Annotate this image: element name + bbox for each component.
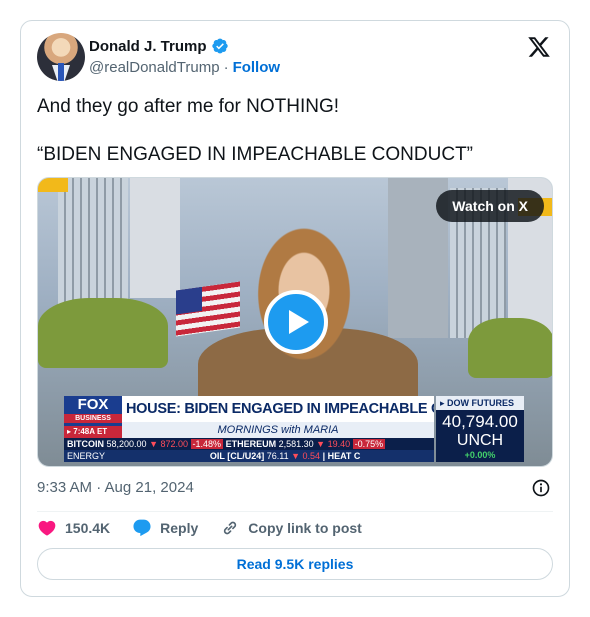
copy-link-label: Copy link to post	[248, 520, 362, 536]
ticker-row-2: ENERGY OIL [CL/U24] 76.11 ▼ 0.54 | HEAT …	[64, 450, 434, 462]
follow-button[interactable]: Follow	[233, 59, 281, 76]
chyron-show-name: MORNINGS with MARIA	[122, 422, 434, 438]
chyron-time: ▸ 7:48A ET	[64, 426, 122, 438]
verified-badge-icon	[211, 38, 228, 54]
reply-button[interactable]: Reply	[132, 518, 198, 538]
author-name[interactable]: Donald J. Trump	[89, 38, 207, 55]
tweet-text-line-2: “BIDEN ENGAGED IN IMPEACHABLE CONDUCT”	[37, 144, 473, 165]
chyron-headline: HOUSE: BIDEN ENGAGED IN IMPEACHABLE COND…	[122, 396, 434, 422]
ticker-row-1: BITCOIN 58,200.00 ▼ 872.00 -1.48% ETHERE…	[64, 438, 434, 450]
author-avatar[interactable]	[37, 33, 85, 81]
play-icon	[288, 310, 309, 334]
link-icon	[224, 521, 237, 535]
dow-futures-box: ▸ DOW FUTURES 40,794.00 UNCH +0.00%	[436, 396, 524, 462]
author-info: Donald J. Trump @realDonaldTrump · Follo…	[89, 37, 281, 77]
handle-separator: ·	[223, 59, 229, 76]
watch-on-x-button[interactable]: Watch on X	[436, 190, 544, 222]
heart-icon	[38, 520, 56, 536]
play-button[interactable]	[264, 290, 328, 354]
author-handle[interactable]: @realDonaldTrump	[89, 59, 220, 76]
x-logo-icon[interactable]	[527, 35, 551, 59]
tweet-card: Donald J. Trump @realDonaldTrump · Follo…	[20, 20, 570, 597]
like-count: 150.4K	[65, 520, 111, 536]
action-bar: 150.4K Reply Copy link to post	[37, 518, 384, 538]
divider	[37, 511, 553, 512]
fox-business-logo: FOX BUSINESS	[64, 396, 122, 426]
info-icon[interactable]	[531, 478, 551, 498]
post-timestamp[interactable]: 9:33 AM · Aug 21, 2024	[37, 479, 194, 496]
video-player[interactable]: Watch on X FOX BUSINESS HOUSE: BIDEN ENG…	[37, 177, 553, 467]
reply-bubble-icon	[133, 519, 151, 537]
tweet-text-line-1: And they go after me for NOTHING!	[37, 96, 339, 117]
like-button[interactable]: 150.4K	[37, 518, 110, 538]
tweet-header: Donald J. Trump @realDonaldTrump · Follo…	[37, 33, 553, 85]
reply-label: Reply	[160, 520, 199, 536]
tweet-text: And they go after me for NOTHING! “BIDEN…	[37, 95, 553, 167]
copy-link-button[interactable]: Copy link to post	[220, 518, 362, 538]
news-chyron: FOX BUSINESS HOUSE: BIDEN ENGAGED IN IMP…	[38, 390, 552, 466]
read-replies-button[interactable]: Read 9.5K replies	[37, 548, 553, 580]
